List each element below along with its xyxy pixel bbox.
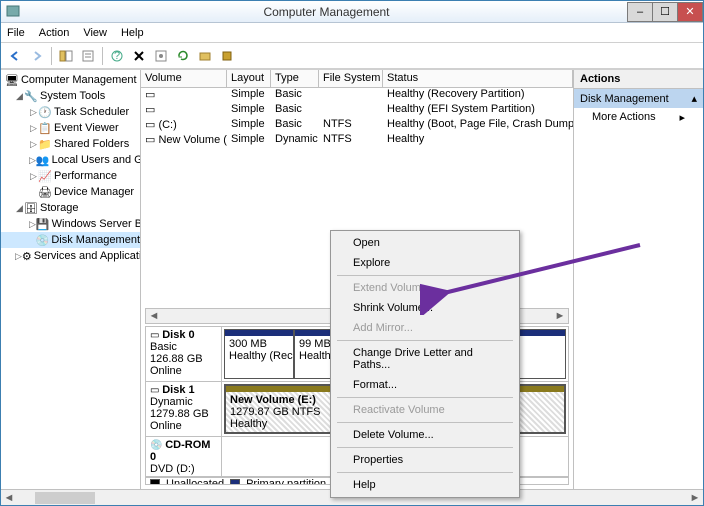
help-button[interactable]: ? <box>107 46 127 66</box>
disk-info: 💿 CD-ROM 0DVD (D:) <box>146 437 222 476</box>
toolbar: ? <box>1 43 703 69</box>
backup-icon: 💾 <box>36 217 50 231</box>
tree-root[interactable]: 🖥Computer Management (Local <box>1 72 140 88</box>
menu-view[interactable]: View <box>83 27 107 39</box>
context-menu: Open Explore Extend Volume... Shrink Vol… <box>330 230 520 498</box>
maximize-button[interactable]: ☐ <box>652 2 678 22</box>
col-type[interactable]: Type <box>271 70 319 87</box>
tree-device-manager[interactable]: 🖨Device Manager <box>1 184 140 200</box>
delete-icon[interactable] <box>129 46 149 66</box>
action-icon[interactable] <box>195 46 215 66</box>
volume-row[interactable]: ▭ SimpleBasicHealthy (Recovery Partition… <box>141 88 573 103</box>
ctx-format[interactable]: Format... <box>333 375 517 395</box>
storage-icon: 🗄 <box>24 201 38 215</box>
show-hide-tree-button[interactable] <box>56 46 76 66</box>
legend-primary-swatch <box>230 479 240 486</box>
event-icon: 📋 <box>38 121 52 135</box>
list-icon[interactable] <box>217 46 237 66</box>
device-icon: 🖨 <box>38 185 52 199</box>
ctx-help[interactable]: Help <box>333 475 517 495</box>
col-filesystem[interactable]: File System <box>319 70 383 87</box>
disk-info: ▭ Disk 0Basic126.88 GBOnline <box>146 327 222 381</box>
disk-icon: 💿 <box>36 233 50 247</box>
collapse-icon: ▴ <box>691 92 697 105</box>
actions-header: Actions <box>574 70 703 89</box>
ctx-shrink-volume[interactable]: Shrink Volume... <box>333 298 517 318</box>
menu-file[interactable]: File <box>7 27 25 39</box>
tree-storage[interactable]: ◢🗄Storage <box>1 200 140 216</box>
ctx-add-mirror: Add Mirror... <box>333 318 517 338</box>
folder-icon: 📁 <box>38 137 52 151</box>
legend-unallocated-swatch <box>150 479 160 486</box>
back-button[interactable] <box>5 46 25 66</box>
tree-performance[interactable]: ▷📈Performance <box>1 168 140 184</box>
titlebar[interactable]: Computer Management – ☐ ✕ <box>1 1 703 23</box>
tree-local-users[interactable]: ▷👥Local Users and Groups <box>1 152 140 168</box>
ctx-reactivate-volume: Reactivate Volume <box>333 400 517 420</box>
menu-action[interactable]: Action <box>39 27 70 39</box>
tree-event-viewer[interactable]: ▷📋Event Viewer <box>1 120 140 136</box>
minimize-button[interactable]: – <box>627 2 653 22</box>
actions-pane: Actions Disk Management▴ More Actions ▸ <box>573 70 703 489</box>
col-layout[interactable]: Layout <box>227 70 271 87</box>
volume-list-header: Volume Layout Type File System Status <box>141 70 573 88</box>
volume-row[interactable]: ▭ SimpleBasicHealthy (EFI System Partiti… <box>141 103 573 118</box>
ctx-extend-volume: Extend Volume... <box>333 278 517 298</box>
ctx-explore[interactable]: Explore <box>333 253 517 273</box>
col-status[interactable]: Status <box>383 70 573 87</box>
volume-list[interactable]: ▭ SimpleBasicHealthy (Recovery Partition… <box>141 88 573 148</box>
clock-icon: 🕐 <box>38 105 52 119</box>
menu-help[interactable]: Help <box>121 27 144 39</box>
ctx-change-drive-letter[interactable]: Change Drive Letter and Paths... <box>333 343 517 375</box>
tree-system-tools[interactable]: ◢🔧System Tools <box>1 88 140 104</box>
disk-info: ▭ Disk 1Dynamic1279.88 GBOnline <box>146 382 222 436</box>
actions-more[interactable]: More Actions ▸ <box>574 108 703 126</box>
mmc-icon: 🖥 <box>5 73 19 87</box>
close-button[interactable]: ✕ <box>677 2 703 22</box>
nav-tree[interactable]: 🖥Computer Management (Local ◢🔧System Too… <box>1 70 141 489</box>
settings-icon[interactable] <box>151 46 171 66</box>
tree-windows-server-backup[interactable]: ▷💾Windows Server Backup <box>1 216 140 232</box>
tree-shared-folders[interactable]: ▷📁Shared Folders <box>1 136 140 152</box>
actions-selected[interactable]: Disk Management▴ <box>574 89 703 108</box>
menubar: File Action View Help <box>1 23 703 43</box>
users-icon: 👥 <box>36 153 50 167</box>
forward-button[interactable] <box>27 46 47 66</box>
tree-disk-management[interactable]: 💿Disk Management <box>1 232 140 248</box>
window-title: Computer Management <box>25 5 628 19</box>
chevron-right-icon: ▸ <box>679 111 685 124</box>
col-volume[interactable]: Volume <box>141 70 227 87</box>
perf-icon: 📈 <box>38 169 52 183</box>
refresh-icon[interactable] <box>173 46 193 66</box>
ctx-open[interactable]: Open <box>333 233 517 253</box>
tree-services-apps[interactable]: ▷⚙Services and Applications <box>1 248 140 264</box>
ctx-delete-volume[interactable]: Delete Volume... <box>333 425 517 445</box>
properties-button[interactable] <box>78 46 98 66</box>
partition[interactable]: 300 MBHealthy (Recove <box>224 329 294 379</box>
svg-text:?: ? <box>114 50 120 62</box>
volume-row[interactable]: ▭ (C:)SimpleBasicNTFSHealthy (Boot, Page… <box>141 118 573 133</box>
services-icon: ⚙ <box>22 249 32 263</box>
app-icon <box>5 4 21 20</box>
tree-task-scheduler[interactable]: ▷🕐Task Scheduler <box>1 104 140 120</box>
tools-icon: 🔧 <box>24 89 38 103</box>
ctx-properties[interactable]: Properties <box>333 450 517 470</box>
volume-row[interactable]: ▭ New Volume (E:)SimpleDynamicNTFSHealth… <box>141 133 573 148</box>
